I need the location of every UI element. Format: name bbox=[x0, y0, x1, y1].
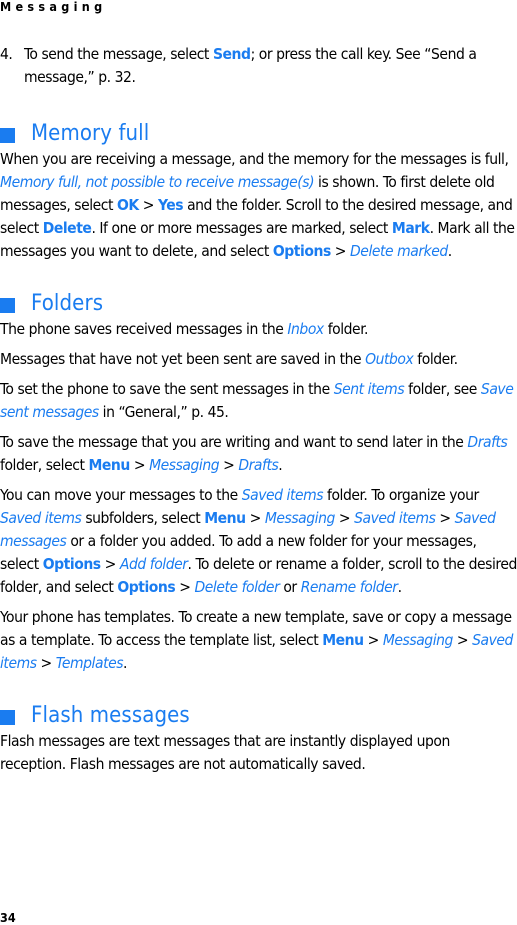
saved-items-folder: Saved items bbox=[241, 486, 324, 504]
inbox-folder: Inbox bbox=[287, 320, 324, 338]
heading-text: Flash messages bbox=[31, 703, 190, 728]
memory-full-paragraph: When you are receiving a message, and th… bbox=[0, 148, 517, 263]
folders-paragraph-sent-items: To set the phone to save the sent messag… bbox=[0, 378, 517, 424]
square-bullet-icon bbox=[0, 709, 15, 725]
flash-messages-paragraph: Flash messages are text messages that ar… bbox=[0, 732, 450, 773]
separator: > bbox=[129, 456, 150, 474]
text: The phone saves received messages in the bbox=[0, 320, 288, 338]
text: To set the phone to save the sent messag… bbox=[0, 380, 334, 398]
text: in “General,” p. 45. bbox=[98, 403, 229, 421]
saved-items-folder: Saved items bbox=[0, 509, 82, 527]
square-bullet-icon bbox=[0, 297, 15, 313]
add-folder-option: Add folder bbox=[119, 555, 188, 573]
yes-command: Yes bbox=[158, 196, 184, 214]
menu-command: Menu bbox=[204, 509, 246, 527]
separator: > bbox=[363, 631, 383, 649]
separator: > bbox=[175, 578, 195, 596]
section-heading-memory-full: Memory full bbox=[0, 120, 517, 148]
text: Messages that have not yet been sent are… bbox=[0, 350, 366, 368]
section-heading-flash-messages: Flash messages bbox=[0, 702, 517, 730]
folders-paragraph-saved-items: You can move your messages to the Saved … bbox=[0, 484, 517, 599]
folders-paragraph-drafts: To save the message that you are writing… bbox=[0, 431, 517, 477]
sent-items-folder: Sent items bbox=[333, 380, 405, 398]
folders-paragraph-outbox: Messages that have not yet been sent are… bbox=[0, 348, 517, 371]
messaging-menu: Messaging bbox=[149, 456, 220, 474]
menu-command: Menu bbox=[88, 456, 130, 474]
step-4: 4. To send the message, select Send; or … bbox=[0, 43, 517, 89]
rename-folder-option: Rename folder bbox=[300, 578, 398, 596]
step-number: 4. bbox=[0, 45, 13, 63]
text: or bbox=[279, 578, 301, 596]
ok-command: OK bbox=[117, 196, 139, 214]
delete-folder-option: Delete folder bbox=[194, 578, 280, 596]
drafts-folder: Drafts bbox=[238, 456, 279, 474]
separator: > bbox=[138, 196, 158, 214]
delete-command: Delete bbox=[42, 219, 92, 237]
folders-paragraph-inbox: The phone saves received messages in the… bbox=[0, 318, 517, 341]
memory-full-notice: Memory full, not possible to receive mes… bbox=[0, 173, 315, 191]
text: . bbox=[397, 578, 402, 596]
text: To send the message, select bbox=[24, 45, 213, 63]
send-command: Send bbox=[212, 45, 251, 63]
templates-folder: Templates bbox=[55, 654, 124, 672]
heading-text: Folders bbox=[31, 291, 104, 316]
separator: > bbox=[330, 242, 351, 260]
section-heading-folders: Folders bbox=[0, 290, 517, 318]
mark-command: Mark bbox=[391, 219, 430, 237]
text: folder. bbox=[323, 320, 369, 338]
folders-paragraph-templates: Your phone has templates. To create a ne… bbox=[0, 606, 517, 675]
text: folder. To organize your bbox=[323, 486, 479, 504]
text: . bbox=[447, 242, 452, 260]
saved-items-folder: Saved items bbox=[354, 509, 436, 527]
messaging-menu: Messaging bbox=[264, 509, 336, 527]
text: . If one or more messages are marked, se… bbox=[91, 219, 392, 237]
delete-marked-option: Delete marked bbox=[350, 242, 448, 260]
options-command: Options bbox=[117, 578, 176, 596]
text: subfolders, select bbox=[81, 509, 205, 527]
heading-text: Memory full bbox=[31, 121, 150, 146]
text: folder, select bbox=[0, 456, 89, 474]
text: You can move your messages to the bbox=[0, 486, 242, 504]
options-command: Options bbox=[272, 242, 331, 260]
text: . bbox=[123, 654, 128, 672]
text: When you are receiving a message, and th… bbox=[0, 150, 509, 168]
square-bullet-icon bbox=[0, 127, 15, 143]
running-header: Messaging bbox=[0, 0, 107, 14]
step-text: To send the message, select Send; or pre… bbox=[24, 43, 517, 89]
page-number: 34 bbox=[0, 910, 16, 925]
text: folder, see bbox=[404, 380, 481, 398]
messaging-menu: Messaging bbox=[382, 631, 454, 649]
drafts-folder: Drafts bbox=[467, 433, 508, 451]
separator: > bbox=[219, 456, 239, 474]
outbox-folder: Outbox bbox=[365, 350, 414, 368]
separator: > bbox=[334, 509, 355, 527]
manual-page: Messaging 4. To send the message, select… bbox=[0, 0, 517, 925]
separator: > bbox=[245, 509, 265, 527]
text: . bbox=[278, 456, 283, 474]
page-content: 4. To send the message, select Send; or … bbox=[0, 43, 517, 783]
options-command: Options bbox=[42, 555, 101, 573]
text: To save the message that you are writing… bbox=[0, 433, 468, 451]
separator: > bbox=[435, 509, 455, 527]
separator: > bbox=[452, 631, 473, 649]
separator: > bbox=[36, 654, 56, 672]
text: folder. bbox=[413, 350, 458, 368]
menu-command: Menu bbox=[322, 631, 364, 649]
separator: > bbox=[100, 555, 120, 573]
